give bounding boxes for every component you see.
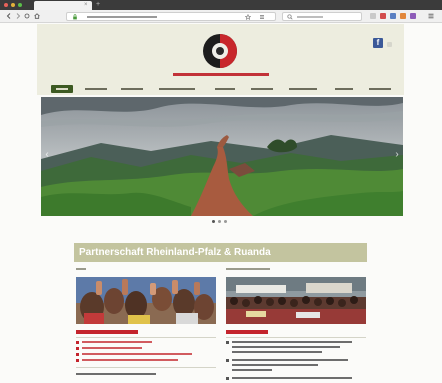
search-icon xyxy=(287,14,293,20)
slideshow-next-icon[interactable]: › xyxy=(393,149,401,161)
right-item-2 xyxy=(232,359,348,361)
right-item-2-cont xyxy=(232,364,318,366)
slide-dot[interactable] xyxy=(218,220,221,223)
window-close-icon[interactable] xyxy=(4,3,8,7)
right-divider xyxy=(226,337,366,338)
browser-tab-strip: × + xyxy=(0,0,442,10)
right-item-1-cont xyxy=(232,346,340,348)
forward-icon[interactable] xyxy=(15,13,21,19)
left-section-title xyxy=(76,330,138,334)
reader-icon[interactable] xyxy=(259,14,265,20)
right-item-1-cont xyxy=(232,351,322,353)
right-item-2-cont xyxy=(232,369,272,371)
left-bullet xyxy=(76,341,79,344)
nav-item-8[interactable] xyxy=(333,85,355,93)
main-navigation xyxy=(37,82,404,95)
window-minimize-icon[interactable] xyxy=(11,3,15,7)
slide-dot[interactable] xyxy=(212,220,215,223)
logo-core xyxy=(216,47,224,55)
site-tagline xyxy=(173,73,269,76)
slide-dot[interactable] xyxy=(224,220,227,223)
right-column-label xyxy=(226,268,270,270)
extension-orange-icon[interactable] xyxy=(400,13,406,19)
right-bullet xyxy=(226,341,229,344)
search-placeholder xyxy=(297,16,323,18)
bookmark-icon[interactable] xyxy=(245,14,251,20)
right-item-1 xyxy=(232,341,352,343)
extension-red-icon[interactable] xyxy=(380,13,386,19)
site-header: f xyxy=(37,24,404,82)
left-link-4[interactable] xyxy=(82,359,178,361)
social-icon[interactable] xyxy=(387,42,392,47)
section-banner: Partnerschaft Rheinland-Pfalz & Ruanda xyxy=(74,243,367,262)
right-bullet xyxy=(226,377,229,380)
nav-item-5[interactable] xyxy=(213,85,237,93)
left-divider-2 xyxy=(76,367,216,368)
reload-icon[interactable] xyxy=(24,13,30,19)
nav-item-6[interactable] xyxy=(249,85,275,93)
left-bullet xyxy=(76,353,79,356)
menu-icon[interactable] xyxy=(428,13,434,19)
photo-crowd xyxy=(226,277,366,324)
right-item-3 xyxy=(232,377,352,379)
facebook-icon[interactable]: f xyxy=(373,38,383,48)
right-bullet xyxy=(226,359,229,362)
address-bar[interactable] xyxy=(66,12,276,21)
partnership-seal-logo[interactable] xyxy=(203,34,237,68)
right-section-title xyxy=(226,330,268,334)
download-icon[interactable] xyxy=(370,13,376,19)
rwandan-hillside-path-landscape xyxy=(41,97,403,216)
crowd-gathering-photo[interactable] xyxy=(226,277,366,324)
left-bullet xyxy=(76,359,79,362)
hero-slideshow[interactable]: ‹ › xyxy=(41,97,403,216)
logo-ring xyxy=(212,43,228,59)
extension-purple-icon[interactable] xyxy=(410,13,416,19)
left-link-2[interactable] xyxy=(82,347,142,349)
nav-item-2[interactable] xyxy=(83,85,109,93)
nav-item-7[interactable] xyxy=(287,85,319,93)
web-page: f ‹ › Partnerschaft Rheinland-Pfalz & Ru… xyxy=(0,24,442,383)
left-more-link[interactable] xyxy=(76,373,156,375)
search-input[interactable] xyxy=(282,12,362,21)
nav-item-9[interactable] xyxy=(367,85,393,93)
left-bullet xyxy=(76,347,79,350)
close-icon[interactable]: × xyxy=(84,2,90,8)
left-divider xyxy=(76,337,216,338)
nav-item-3[interactable] xyxy=(119,85,145,93)
slideshow-indicators xyxy=(212,220,232,224)
extension-blue-icon[interactable] xyxy=(390,13,396,19)
photo-children xyxy=(76,277,216,324)
slideshow-prev-icon[interactable]: ‹ xyxy=(43,149,51,161)
back-icon[interactable] xyxy=(6,13,12,19)
left-link-1[interactable] xyxy=(82,341,152,343)
browser-toolbar xyxy=(0,10,442,23)
left-column-label xyxy=(76,268,86,270)
new-tab-icon[interactable]: + xyxy=(96,1,102,8)
nav-item-home[interactable] xyxy=(51,85,73,93)
nav-item-4[interactable] xyxy=(157,85,197,93)
children-raising-hands-photo[interactable] xyxy=(76,277,216,324)
url-text xyxy=(87,16,157,18)
lock-icon xyxy=(73,14,77,20)
window-maximize-icon[interactable] xyxy=(18,3,22,7)
banner-title: Partnerschaft Rheinland-Pfalz & Ruanda xyxy=(79,247,271,258)
left-link-3[interactable] xyxy=(82,353,192,355)
main-content: Partnerschaft Rheinland-Pfalz & Ruanda xyxy=(70,237,370,383)
home-icon[interactable] xyxy=(34,13,40,19)
